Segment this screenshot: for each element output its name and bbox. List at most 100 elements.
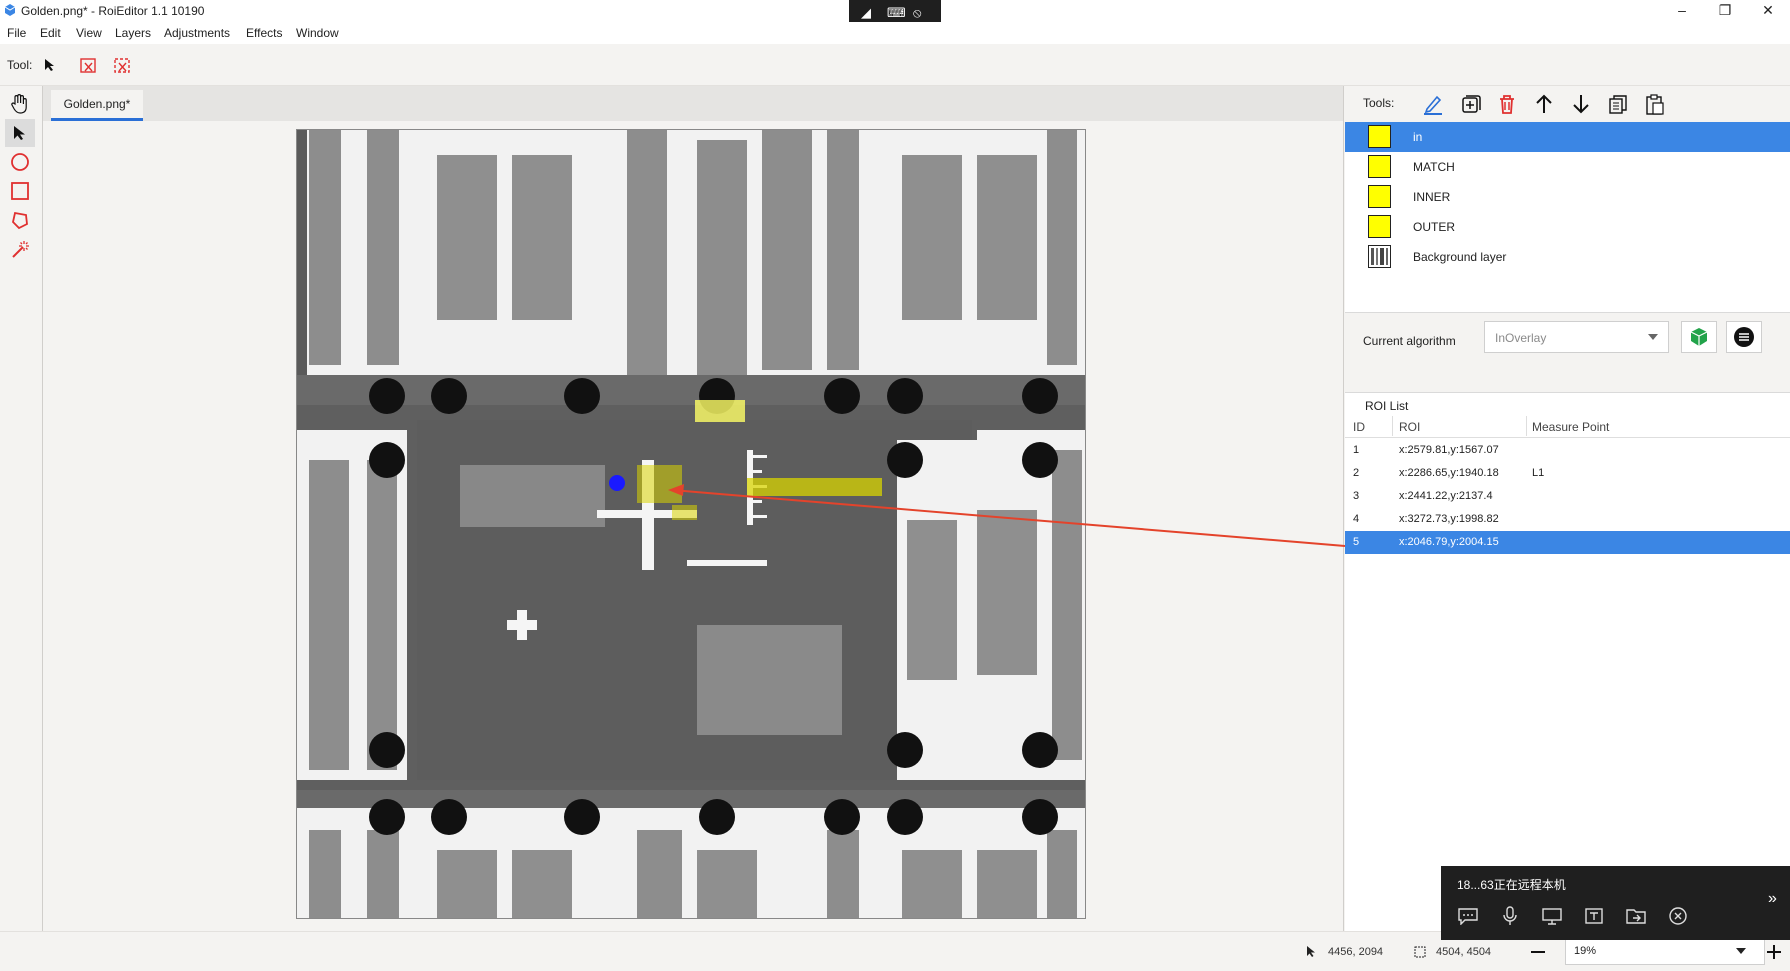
right-panel: Tools: in MATCH INNER OUTER Background l…: [1345, 86, 1790, 931]
table-row-selected[interactable]: 5 x:2046.79,y:2004.15: [1345, 531, 1790, 554]
algorithm-value: InOverlay: [1495, 331, 1547, 345]
wafer-image: [297, 130, 1085, 918]
run-algorithm-button[interactable]: [1681, 321, 1717, 353]
cursor-position-icon: [1307, 946, 1315, 957]
close-button[interactable]: ✕: [1745, 0, 1790, 22]
remote-user-text: 18...63正在远程本机: [1457, 878, 1566, 892]
image-canvas[interactable]: [296, 129, 1086, 919]
col-measure-point[interactable]: Measure Point: [1532, 420, 1609, 434]
layer-row-match[interactable]: MATCH: [1345, 152, 1790, 182]
background-layer-thumbnail: [1368, 245, 1391, 268]
move-down-icon[interactable]: [1568, 91, 1594, 117]
tool-label: Tool:: [7, 58, 33, 72]
zoom-out-button[interactable]: [1525, 941, 1551, 963]
menu-bar: File Edit View Layers Adjustments Effect…: [0, 22, 1790, 44]
app-icon: [4, 4, 16, 16]
remote-session-panel: 18...63正在远程本机 »: [1441, 866, 1790, 940]
selection-size-icon: [1414, 946, 1426, 958]
layer-name: in: [1413, 130, 1423, 144]
circle-icon[interactable]: [5, 148, 35, 176]
roi-coords: x:3272.73,y:1998.82: [1399, 513, 1499, 525]
layer-name: INNER: [1413, 190, 1451, 204]
roi-coords: x:2441.22,y:2137.4: [1399, 490, 1493, 502]
screen-share-icon[interactable]: [1539, 904, 1565, 928]
menu-edit[interactable]: Edit: [40, 26, 61, 40]
roi-id: 2: [1353, 467, 1360, 479]
roi-coords: x:2579.81,y:1567.07: [1399, 444, 1499, 456]
file-transfer-icon[interactable]: [1623, 904, 1649, 928]
disconnect-icon[interactable]: [1665, 904, 1691, 928]
roi-list: ROI List ID ROI Measure Point 1 x:2579.8…: [1345, 392, 1790, 931]
delete-icon[interactable]: [1494, 91, 1520, 117]
layer-name: OUTER: [1413, 220, 1455, 234]
layer-name: MATCH: [1413, 160, 1455, 174]
table-row[interactable]: 4 x:3272.73,y:1998.82: [1345, 508, 1790, 531]
keyboard-icon[interactable]: ⌨: [887, 5, 906, 21]
close-circle-icon[interactable]: ⦸: [913, 5, 921, 21]
add-layer-icon[interactable]: [1457, 91, 1483, 117]
minimize-button[interactable]: –: [1659, 0, 1705, 22]
tools-label: Tools:: [1363, 96, 1395, 110]
settings-button[interactable]: [1726, 321, 1762, 353]
edit-icon[interactable]: [1420, 91, 1446, 117]
screen-cast-icon[interactable]: ◢: [861, 5, 871, 21]
menu-window[interactable]: Window: [296, 26, 339, 40]
tab-golden[interactable]: Golden.png*: [51, 90, 143, 121]
window-title: Golden.png* - RoiEditor 1.1 10190: [21, 4, 205, 18]
pointer-icon[interactable]: [5, 119, 35, 147]
cube-icon: [1690, 328, 1708, 346]
arrow-select-icon[interactable]: [44, 58, 56, 72]
menu-file[interactable]: File: [7, 26, 26, 40]
paste-icon[interactable]: [1642, 91, 1668, 117]
maximize-button[interactable]: ❐: [1702, 0, 1748, 22]
zoom-value: 19%: [1574, 945, 1597, 957]
table-row[interactable]: 3 x:2441.22,y:2137.4: [1345, 485, 1790, 508]
tool-bar: Tool:: [0, 44, 1790, 86]
algorithm-select[interactable]: InOverlay: [1484, 321, 1669, 353]
magic-wand-icon[interactable]: [5, 235, 35, 263]
move-up-icon[interactable]: [1531, 91, 1557, 117]
algorithm-label: Current algorithm: [1363, 334, 1456, 348]
chat-icon[interactable]: [1455, 904, 1481, 928]
layer-row-inner[interactable]: INNER: [1345, 182, 1790, 212]
sliders-icon: [1734, 327, 1754, 347]
menu-effects[interactable]: Effects: [246, 26, 282, 40]
algorithm-row: Current algorithm InOverlay: [1345, 312, 1790, 387]
layer-row-outer[interactable]: OUTER: [1345, 212, 1790, 242]
left-toolbar: [0, 86, 42, 931]
tab-bar: Golden.png*: [43, 86, 1343, 121]
menu-adjustments[interactable]: Adjustments: [164, 26, 230, 40]
rectangle-icon[interactable]: [5, 177, 35, 205]
roi-coords: x:2286.65,y:1940.18: [1399, 467, 1499, 479]
mic-icon[interactable]: [1497, 904, 1523, 928]
delete-roi-alt-icon[interactable]: [114, 56, 132, 74]
col-roi[interactable]: ROI: [1399, 420, 1420, 434]
roi-id: 3: [1353, 490, 1360, 502]
copy-icon[interactable]: [1605, 91, 1631, 117]
expand-panel-button[interactable]: »: [1768, 890, 1777, 908]
roi-list-title: ROI List: [1365, 399, 1409, 413]
polygon-icon[interactable]: [5, 206, 35, 234]
selection-size: 4504, 4504: [1436, 946, 1492, 958]
zoom-in-button[interactable]: [1762, 941, 1786, 963]
layers-list: in MATCH INNER OUTER Background layer: [1345, 122, 1790, 312]
layer-row-in[interactable]: in: [1345, 122, 1790, 152]
col-id[interactable]: ID: [1353, 420, 1365, 434]
table-row[interactable]: 2 x:2286.65,y:1940.18 L1: [1345, 462, 1790, 485]
roi-measure: L1: [1532, 467, 1545, 479]
hand-icon[interactable]: [5, 90, 35, 118]
roi-id: 4: [1353, 513, 1360, 525]
cursor-position: 4456, 2094: [1328, 946, 1384, 958]
tab-label: Golden.png*: [63, 97, 131, 111]
roi-id: 5: [1353, 536, 1360, 548]
table-row[interactable]: 1 x:2579.81,y:1567.07: [1345, 439, 1790, 462]
zoom-dropdown[interactable]: [1717, 937, 1765, 965]
menu-view[interactable]: View: [76, 26, 102, 40]
roi-table-header: ID ROI Measure Point: [1345, 414, 1790, 438]
text-icon[interactable]: [1581, 904, 1607, 928]
roi-id: 1: [1353, 444, 1360, 456]
layer-swatch: [1368, 125, 1391, 148]
menu-layers[interactable]: Layers: [115, 26, 151, 40]
layer-row-background[interactable]: Background layer: [1345, 242, 1790, 272]
delete-roi-icon[interactable]: [80, 56, 98, 74]
